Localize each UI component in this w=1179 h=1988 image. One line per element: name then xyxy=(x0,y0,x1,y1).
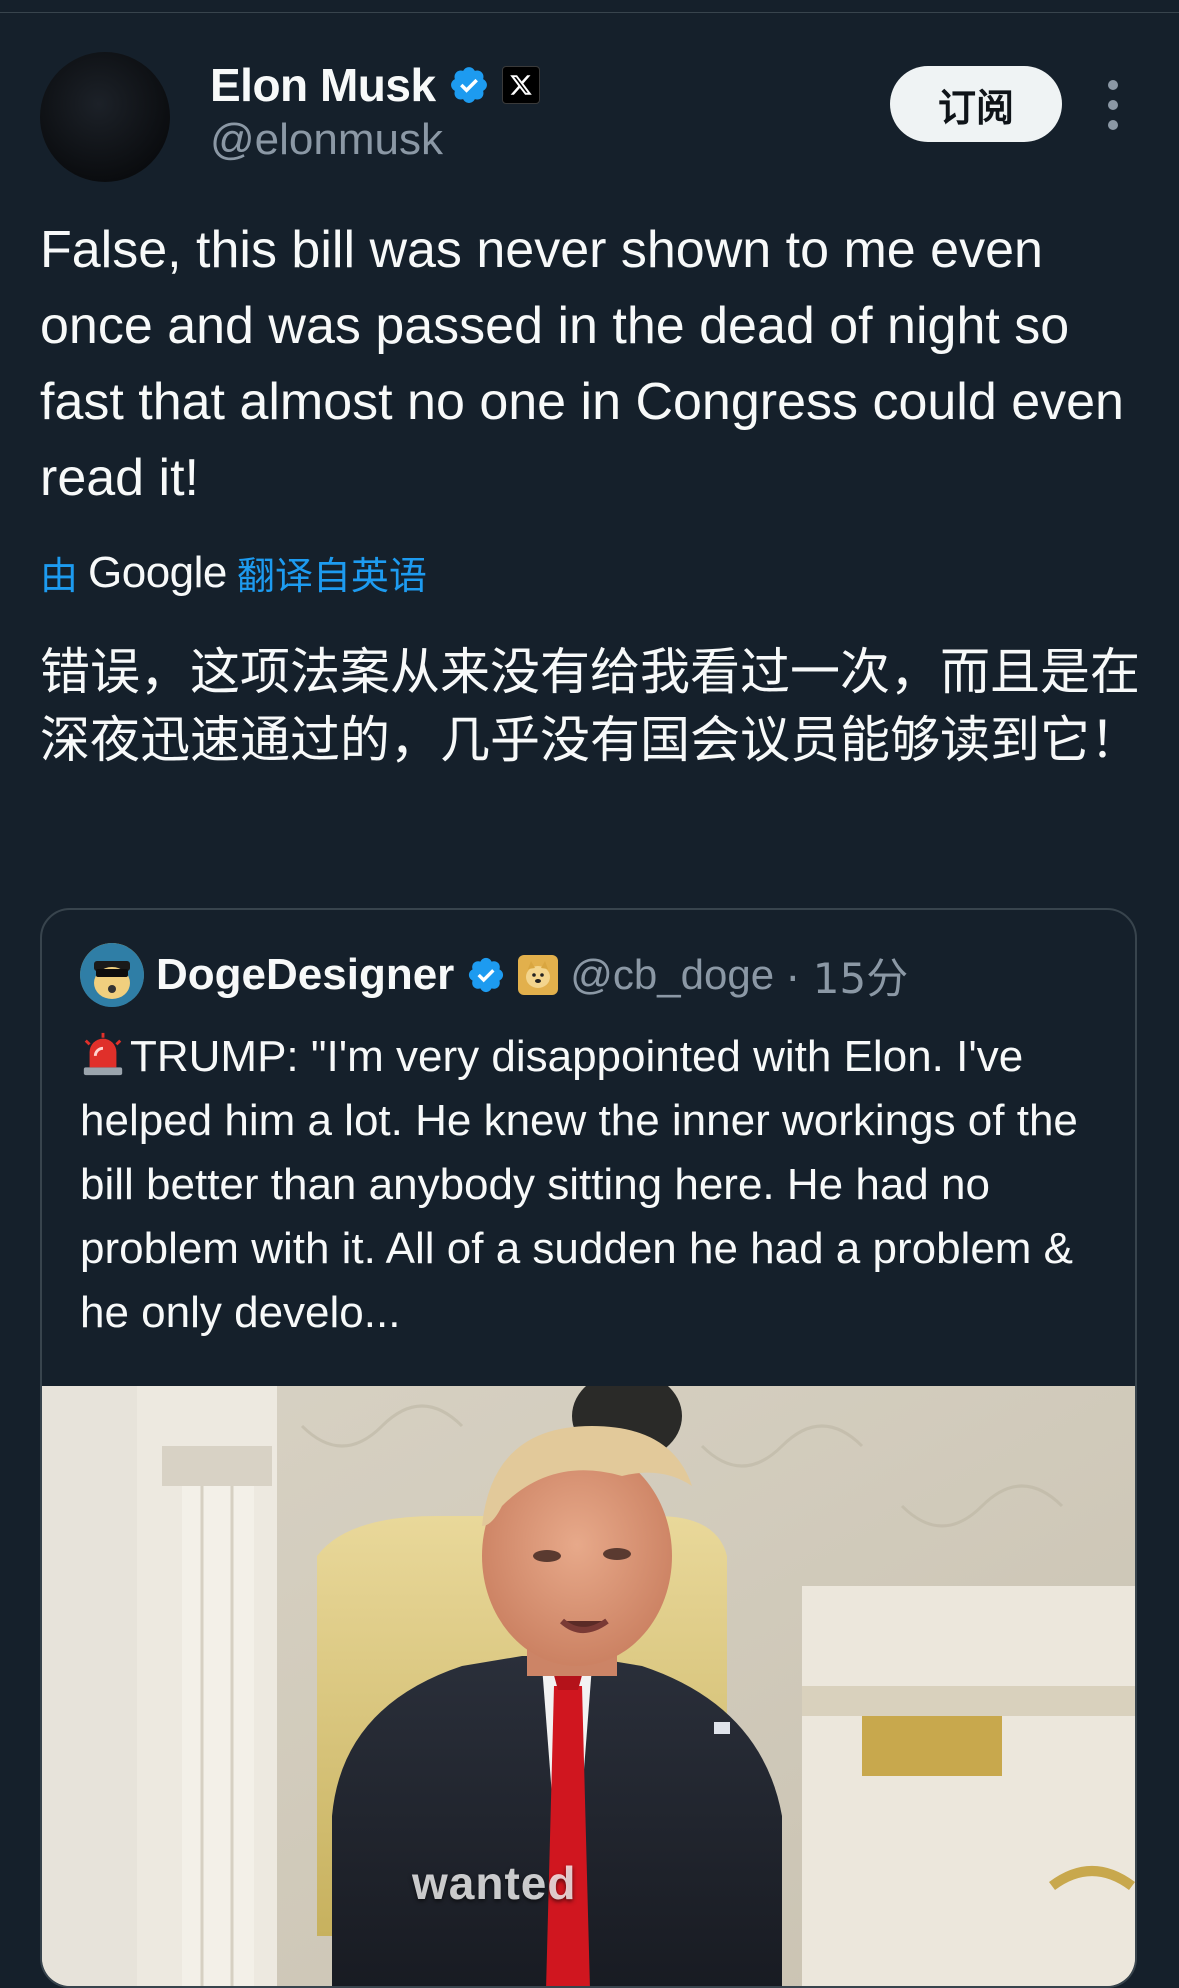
author-name-row: Elon Musk xyxy=(210,55,540,115)
author-display-name[interactable]: Elon Musk xyxy=(210,58,436,112)
quoted-author-avatar[interactable] xyxy=(80,943,144,1007)
video-frame xyxy=(42,1386,1135,1986)
quoted-tweet-text: TRUMP: "I'm very disappointed with Elon.… xyxy=(80,1032,1078,1337)
quoted-tweet-video[interactable]: wanted xyxy=(42,1386,1135,1986)
author-avatar[interactable] xyxy=(40,52,170,182)
tweet-text: False, this bill was never shown to me e… xyxy=(40,221,1124,507)
more-options-icon[interactable] xyxy=(1098,80,1128,130)
quoted-tweet-text-block: TRUMP: "I'm very disappointed with Elon.… xyxy=(80,1025,1110,1345)
top-divider xyxy=(0,12,1179,13)
quoted-verified-badge-icon xyxy=(469,957,504,993)
subscribe-button[interactable]: 订阅 xyxy=(890,66,1062,142)
x-affiliation-icon[interactable] xyxy=(501,66,540,104)
translated-text: 错误，这项法案从来没有给我看过一次，而且是在深夜迅速通过的，几乎没有国会议员能够… xyxy=(40,643,1140,769)
verified-badge-icon xyxy=(450,67,487,103)
quoted-tweet-time[interactable]: · 15分 xyxy=(786,945,908,1006)
quoted-tweet-header: DogeDesigner @cb_doge · 15分 xyxy=(80,942,908,1008)
google-logo: Google xyxy=(88,547,227,597)
translation-suffix: 翻译自英语 xyxy=(236,554,427,598)
siren-emoji-icon xyxy=(83,1032,123,1076)
quoted-author-name[interactable]: DogeDesigner xyxy=(156,950,454,1000)
author-handle[interactable]: @elonmusk xyxy=(210,115,443,165)
doge-affiliation-icon[interactable] xyxy=(518,955,559,995)
translation-attribution[interactable]: 由 Google 翻译自英语 xyxy=(40,545,427,600)
video-caption: wanted xyxy=(412,1857,577,1909)
quoted-tweet-card[interactable]: DogeDesigner @cb_doge · 15分 TRUMP: "I'm … xyxy=(40,908,1137,1988)
translation-prefix: 由 xyxy=(40,554,79,598)
quoted-author-handle[interactable]: @cb_doge xyxy=(570,951,774,999)
